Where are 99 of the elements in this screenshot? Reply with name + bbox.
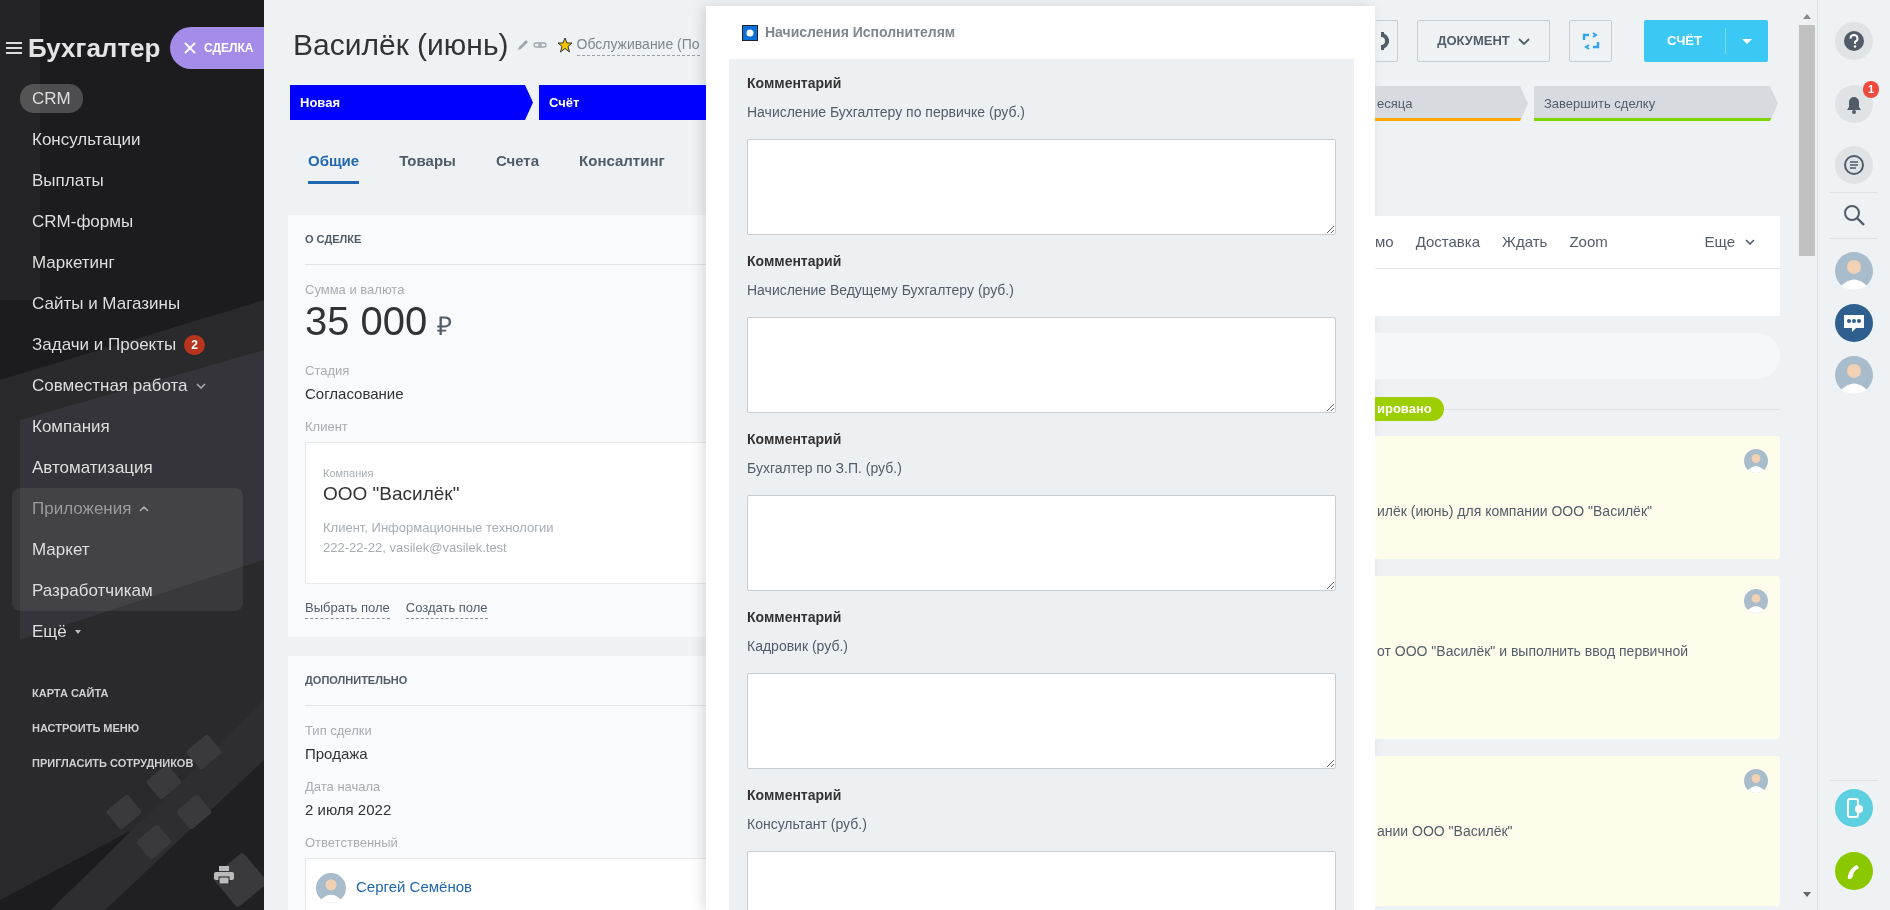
status-badge: ировано (1375, 397, 1444, 421)
sidebar-item[interactable]: Задачи и Проекты 2 (20, 329, 217, 360)
timeline-tab[interactable]: Zoom (1569, 230, 1608, 254)
avatar[interactable] (1835, 356, 1873, 394)
settings-button[interactable] (1375, 20, 1398, 62)
section-icon (742, 24, 758, 41)
currency-sign: ₽ (437, 310, 453, 343)
field-label: Дата начала (305, 777, 382, 796)
avatar (1744, 769, 1768, 793)
text-area[interactable] (747, 673, 1336, 769)
field-heading: Комментарий (747, 608, 843, 627)
field-value: Согласование (305, 384, 405, 404)
sidebar-item[interactable]: Сайты и Магазины (20, 288, 193, 319)
client-details: Клиент, Информационные технологии (323, 518, 555, 537)
field-label: Клиент (305, 418, 349, 436)
tab[interactable]: Счета (495, 148, 540, 184)
activity-text: ании ООО "Василёк" (1377, 822, 1514, 841)
printer-icon[interactable] (214, 866, 234, 884)
portal-title: Бухгалтер (28, 31, 161, 65)
stage-step[interactable]: Завершить сделку (1534, 86, 1778, 121)
chevron-icon (1745, 239, 1755, 245)
sidebar-item[interactable]: CRM-формы (20, 206, 146, 237)
stage-step[interactable]: Новая (290, 85, 533, 120)
field-label: Тип сделки (305, 721, 373, 740)
field-label: Ответственный (305, 833, 399, 852)
text-area[interactable] (747, 139, 1336, 235)
sidebar-item[interactable]: Ещё (20, 616, 93, 647)
sidebar-item[interactable]: Совместная работа (20, 370, 218, 401)
sidebar-item[interactable]: Автоматизация (20, 452, 165, 483)
avatar (1744, 589, 1768, 613)
footer-link[interactable]: КАРТА САЙТА (32, 685, 109, 702)
menu-icon[interactable] (6, 41, 22, 55)
section-heading: ДОПОЛНИТЕЛЬНО (305, 672, 408, 688)
caret-icon (1742, 38, 1752, 44)
action-link[interactable]: Выбрать поле (305, 598, 390, 619)
sidebar-item[interactable]: Маркетинг (20, 247, 127, 278)
field-heading: Комментарий (747, 74, 843, 93)
chevron-icon (1517, 37, 1530, 45)
sidebar-item[interactable]: Маркет (20, 534, 102, 565)
action-link[interactable]: Создать поле (405, 598, 488, 619)
link-icon[interactable] (532, 40, 547, 50)
field-value: 2 июля 2022 (305, 799, 393, 820)
timeline-tab[interactable]: Доставка (1415, 230, 1481, 254)
field-label: Стадия (305, 362, 351, 380)
field-heading: Комментарий (747, 430, 843, 449)
pencil-icon[interactable] (516, 39, 529, 51)
field-label: Начисление Бухгалтеру по первичке (руб.) (747, 103, 1027, 122)
caret-icon (74, 629, 81, 634)
amount-value: 35 000 (305, 299, 428, 343)
field-label: Кадровик (руб.) (747, 637, 849, 656)
sidebar-item[interactable]: Выплаты (20, 165, 116, 196)
notifications-button[interactable] (1835, 85, 1873, 123)
document-button[interactable]: ДОКУМЕНТ (1417, 20, 1550, 62)
text-area[interactable] (747, 317, 1336, 413)
refresh-button[interactable] (1569, 20, 1612, 62)
tab[interactable]: Консалтинг (579, 148, 665, 184)
user-link[interactable]: Сергей Семёнов (356, 876, 472, 899)
stage-step[interactable]: Счёт (539, 85, 706, 120)
help-button[interactable] (1835, 22, 1873, 60)
activity-text: илёк (июнь) для компании ООО "Василёк" (1377, 502, 1653, 521)
star-icon[interactable] (556, 37, 573, 53)
close-icon (184, 42, 196, 54)
avatar (316, 872, 346, 903)
sidebar-item[interactable]: Приложения (20, 493, 162, 524)
field-label: Бухгалтер по З.П. (руб.) (747, 459, 903, 478)
sidebar-item[interactable]: Консультации (20, 124, 153, 155)
avatar (1744, 449, 1768, 473)
field-heading: Комментарий (747, 252, 843, 271)
field-label: Консультант (руб.) (747, 815, 868, 834)
avatar[interactable] (1835, 252, 1873, 290)
sidebar-item[interactable]: Разработчикам (20, 575, 165, 606)
field-value: Продажа (305, 743, 369, 764)
popup-title: Начисления Исполнителям (765, 23, 956, 42)
activity-text: от ООО "Василёк" и выполнить ввод первичной (1377, 642, 1690, 661)
tab[interactable]: Товары (399, 148, 456, 184)
timeline-tab[interactable]: мо (1375, 230, 1394, 254)
cloud-phone-button[interactable] (1835, 789, 1873, 827)
company-name[interactable]: ООО "Василёк" (323, 481, 706, 506)
sidebar-item[interactable]: Компания (20, 411, 122, 442)
call-button[interactable] (1835, 852, 1873, 890)
more-tab[interactable]: Еще (1704, 230, 1755, 254)
field-label: Сумма и валюта (305, 281, 406, 299)
client-contacts: 222-22-22, vasilek@vasilek.test (323, 538, 508, 557)
footer-link[interactable]: НАСТРОИТЬ МЕНЮ (32, 720, 140, 737)
stage-step[interactable]: есяца (1375, 86, 1528, 121)
comment-field[interactable] (1375, 333, 1780, 379)
field-label: Компания (323, 466, 375, 481)
field-label: Начисление Ведущему Бухгалтеру (руб.) (747, 281, 1015, 300)
text-area[interactable] (747, 495, 1336, 591)
chat-button[interactable] (1835, 146, 1873, 184)
section-heading: О СДЕЛКЕ (305, 232, 362, 248)
tab[interactable]: Общие (308, 148, 360, 184)
sidebar-item[interactable]: CRM (20, 83, 83, 114)
timeline-tab[interactable]: Ждать (1502, 230, 1548, 254)
footer-link[interactable]: ПРИГЛАСИТЬ СОТРУДНИКОВ (32, 755, 194, 772)
field-heading: Комментарий (747, 786, 843, 805)
search-icon[interactable] (1843, 204, 1865, 226)
group-chat-button[interactable] (1835, 304, 1873, 342)
deal-title: Василёк (июнь) (293, 27, 509, 63)
